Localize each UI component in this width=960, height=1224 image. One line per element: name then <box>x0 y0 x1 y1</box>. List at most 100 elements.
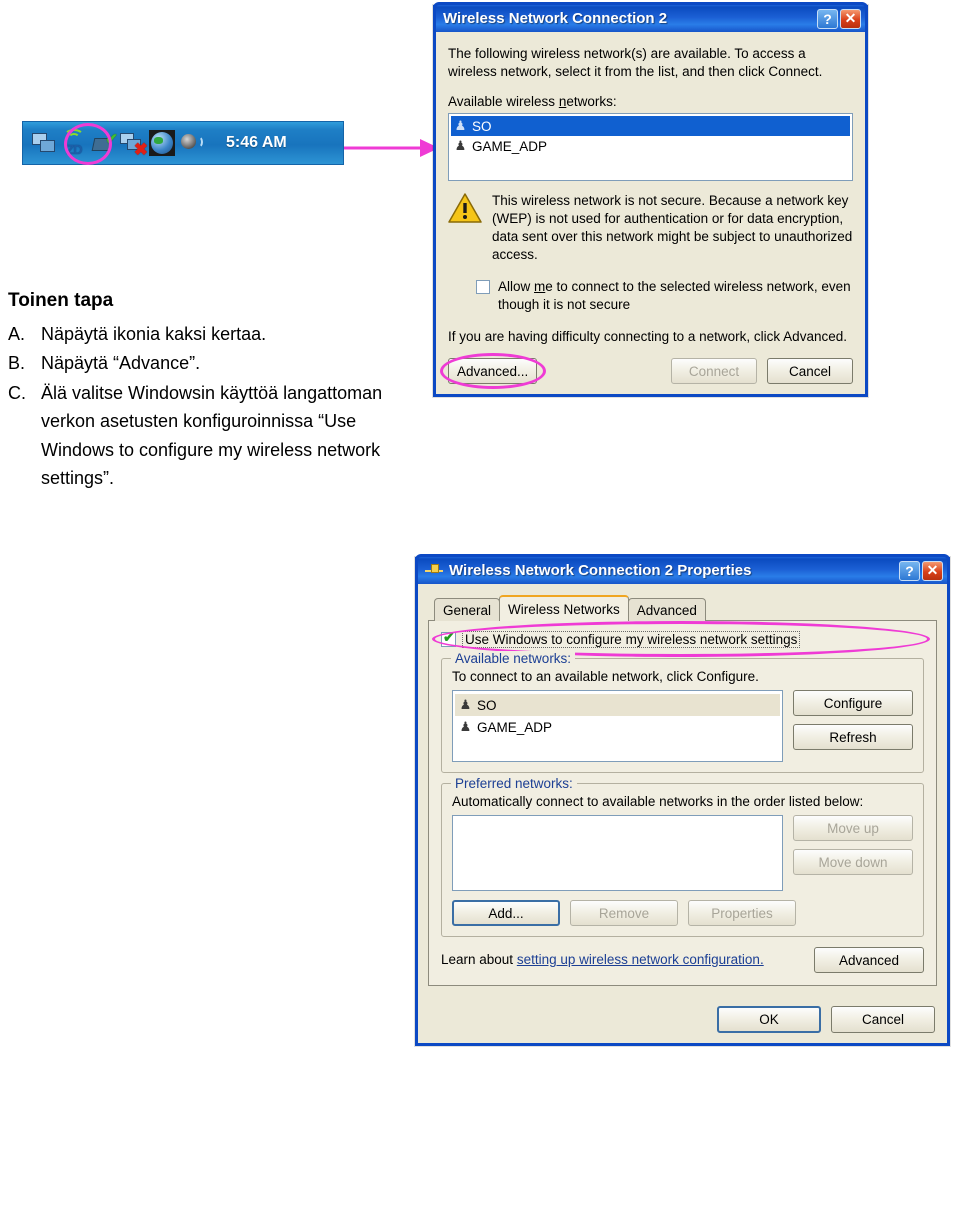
volume-speaker-icon[interactable] <box>178 130 204 156</box>
available-networks-group: Available networks: To connect to an ava… <box>441 651 924 773</box>
tray-clock[interactable]: 5:46 AM <box>226 134 287 152</box>
zd-wireless-utility-icon[interactable]: ZD <box>60 129 88 157</box>
wireless-config-help-link[interactable]: setting up wireless network configuratio… <box>517 952 764 967</box>
list-item-marker: B. <box>8 353 26 374</box>
preferred-networks-move-buttons: Move up Move down <box>793 815 913 891</box>
dialog1-titlebar[interactable]: Wireless Network Connection 2 ? ✕ <box>433 2 868 32</box>
network-connected-check-icon[interactable] <box>91 130 118 156</box>
network-name: GAME_ADP <box>472 138 548 154</box>
network-adapter-icon <box>425 563 443 579</box>
tab-wireless-networks[interactable]: Wireless Networks <box>499 595 629 621</box>
properties-button[interactable]: Properties <box>688 900 796 926</box>
cancel-button[interactable]: Cancel <box>767 358 853 385</box>
instructions-block: Toinen tapa A. Näpäytä ikonia kaksi kert… <box>8 290 408 494</box>
allow-insecure-checkbox[interactable] <box>476 280 490 295</box>
list-item-marker: C. <box>8 382 26 403</box>
allow-insecure-checkbox-row[interactable]: Allow me to connect to the selected wire… <box>448 278 853 314</box>
available-networks-list[interactable]: ♟ SO ♟ GAME_ADP <box>452 690 783 762</box>
dialog1-body: The following wireless network(s) are av… <box>436 35 865 394</box>
add-button[interactable]: Add... <box>452 900 560 926</box>
ok-button[interactable]: OK <box>717 1006 821 1033</box>
dialog1-intro-text: The following wireless network(s) are av… <box>448 46 823 80</box>
available-networks-buttons: Configure Refresh <box>793 690 913 762</box>
list-item[interactable]: ♟ SO <box>451 116 850 137</box>
dialog2-footer: OK Cancel <box>418 996 947 1043</box>
preferred-networks-row: Move up Move down <box>452 815 913 891</box>
globe-sphere-icon <box>151 132 173 154</box>
learn-row: Learn about setting up wireless network … <box>441 947 924 973</box>
system-tray[interactable]: ZD ✖ 5:46 AM <box>22 121 344 165</box>
dialog2-titlebar-buttons: ? ✕ <box>899 560 943 581</box>
list-item[interactable]: ♟ SO <box>455 694 780 716</box>
dialog1-hint-text: If you are having difficulty connecting … <box>448 329 847 345</box>
network-connections-icon[interactable] <box>31 130 57 156</box>
available-networks-row: ♟ SO ♟ GAME_ADP Configure Refresh <box>452 690 913 762</box>
zd-icon-label: ZD <box>66 142 82 157</box>
configure-button[interactable]: Configure <box>793 690 913 716</box>
wireless-network-icon: ♟ <box>454 118 467 134</box>
close-icon[interactable]: ✕ <box>840 8 861 29</box>
use-windows-checkbox[interactable] <box>441 629 456 647</box>
wireless-network-icon: ♟ <box>459 719 472 734</box>
list-item[interactable]: ♟ GAME_ADP <box>455 716 780 738</box>
network-name: SO <box>472 118 492 134</box>
help-icon[interactable]: ? <box>817 8 838 29</box>
list-item: B. Näpäytä “Advance”. <box>8 349 408 377</box>
tray-icon-group: ZD ✖ <box>31 129 204 159</box>
network-disconnected-icon[interactable]: ✖ <box>120 130 148 159</box>
cancel-button[interactable]: Cancel <box>831 1006 935 1033</box>
wireless-networks-tab-panel: Use Windows to configure my wireless net… <box>428 620 937 986</box>
refresh-button[interactable]: Refresh <box>793 724 913 750</box>
connect-button[interactable]: Connect <box>671 358 757 385</box>
available-networks-description: To connect to an available network, clic… <box>452 669 759 684</box>
security-warning-text: This wireless network is not secure. Bec… <box>492 193 853 263</box>
available-wireless-networks-label: Available wireless networks: <box>448 94 617 110</box>
internet-globe-icon[interactable] <box>149 130 175 156</box>
dialog2-titlebar[interactable]: Wireless Network Connection 2 Properties… <box>415 554 950 584</box>
use-windows-checkbox-label: Use Windows to configure my wireless net… <box>462 631 801 648</box>
advanced-button[interactable]: Advanced <box>814 947 924 973</box>
tab-general[interactable]: General <box>434 598 501 621</box>
list-item: C. Älä valitse Windowsin käyttöä langatt… <box>8 379 408 493</box>
tab-strip: General Wireless Networks Advanced <box>428 595 937 621</box>
page-root: ZD ✖ 5:46 AM Toinen tapa <box>0 0 960 1224</box>
learn-prefix: Learn about <box>441 951 517 967</box>
warning-triangle-icon <box>448 192 482 224</box>
preferred-networks-legend: Preferred networks: <box>451 776 577 791</box>
preferred-networks-left <box>452 815 783 891</box>
network-name: SO <box>477 697 497 713</box>
accel-key: m <box>534 279 546 295</box>
move-down-button[interactable]: Move down <box>793 849 913 875</box>
close-icon[interactable]: ✕ <box>922 560 943 581</box>
allow-insecure-checkbox-label: Allow me to connect to the selected wire… <box>498 279 851 313</box>
list-item-text: Näpäytä “Advance”. <box>41 353 201 374</box>
wireless-network-connection-dialog: Wireless Network Connection 2 ? ✕ The fo… <box>433 2 868 398</box>
dialog2-body: General Wireless Networks Advanced Use W… <box>418 587 947 996</box>
use-windows-checkbox-row[interactable]: Use Windows to configure my wireless net… <box>432 621 930 657</box>
red-x-icon: ✖ <box>133 140 148 159</box>
wireless-network-icon: ♟ <box>459 697 472 712</box>
preferred-networks-description: Automatically connect to available netwo… <box>452 794 864 809</box>
preferred-networks-list[interactable] <box>452 815 783 891</box>
security-warning: This wireless network is not secure. Bec… <box>448 192 853 264</box>
dialog1-button-row: Advanced... Connect Cancel <box>440 353 853 390</box>
instructions-title: Toinen tapa <box>8 290 114 311</box>
tab-advanced[interactable]: Advanced <box>627 598 706 621</box>
move-up-button[interactable]: Move up <box>793 815 913 841</box>
instructions-list: A. Näpäytä ikonia kaksi kertaa. B. Näpäy… <box>8 320 408 493</box>
available-networks-legend: Available networks: <box>451 651 576 666</box>
list-item[interactable]: ♟ GAME_ADP <box>451 136 850 156</box>
dialog1-titlebar-buttons: ? ✕ <box>817 8 861 29</box>
available-wireless-networks-list[interactable]: ♟ SO ♟ GAME_ADP <box>448 113 853 182</box>
network-name: GAME_ADP <box>477 719 553 735</box>
advanced-button[interactable]: Advanced... <box>448 358 538 385</box>
preferred-networks-action-buttons: Add... Remove Properties <box>452 900 913 926</box>
remove-button[interactable]: Remove <box>570 900 678 926</box>
preferred-networks-group: Preferred networks: Automatically connec… <box>441 776 924 937</box>
dialog2-title: Wireless Network Connection 2 Properties <box>449 562 752 579</box>
speaker-wave-icon <box>194 136 203 148</box>
wireless-network-icon: ♟ <box>454 138 467 154</box>
accel-key: n <box>558 94 567 110</box>
list-item-text: Älä valitse Windowsin käyttöä langattoma… <box>41 382 383 489</box>
help-icon[interactable]: ? <box>899 560 920 581</box>
